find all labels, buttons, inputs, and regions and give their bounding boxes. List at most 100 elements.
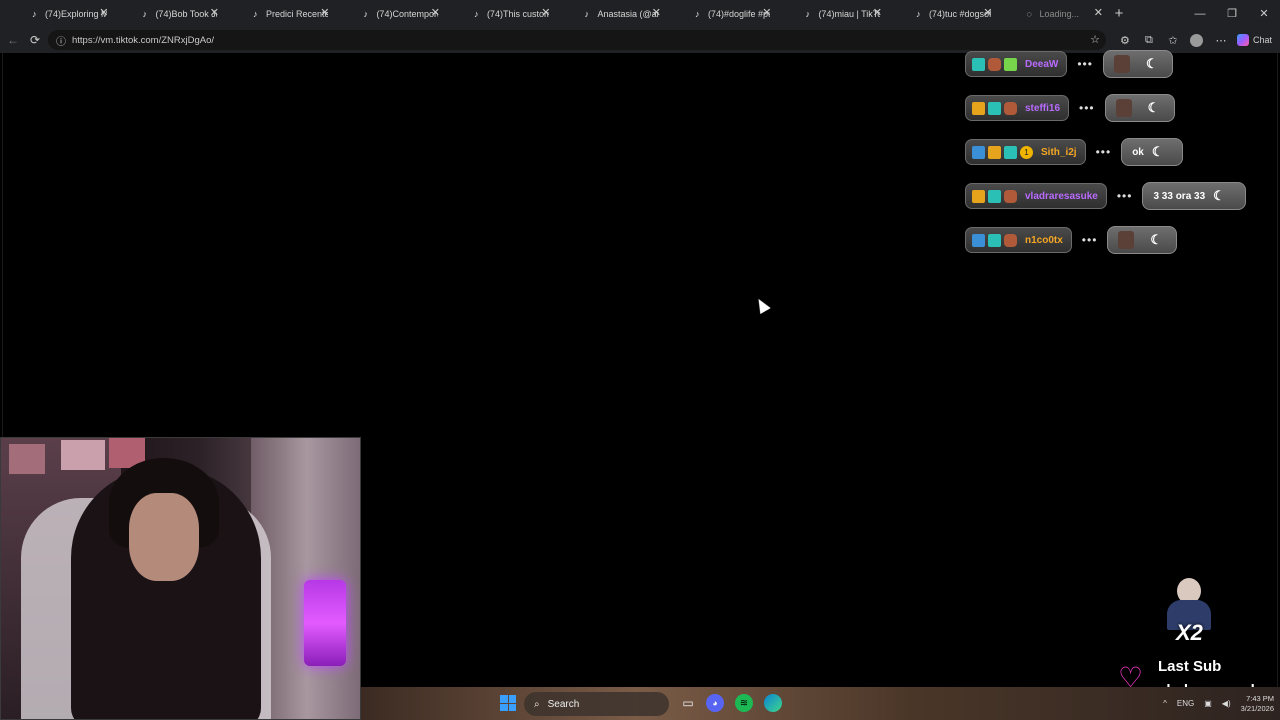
close-tab-icon[interactable]: ✕: [431, 6, 440, 19]
close-tab-icon[interactable]: ✕: [652, 6, 661, 19]
close-tab-icon[interactable]: ✕: [762, 6, 771, 19]
blue-badge-icon: [972, 145, 985, 159]
webcam-microphone-light: [304, 580, 346, 666]
search-icon: ⌕: [534, 698, 540, 710]
face-badge-icon: [1004, 189, 1017, 203]
browser-tab[interactable]: ♪ (74)miau | TikTok ✕: [774, 0, 885, 27]
close-tab-icon[interactable]: ✕: [1094, 6, 1103, 19]
chat-message: 1 Sith_i2j ••• ok ☾: [965, 138, 1184, 166]
window-controls: — ❐ ✕: [1184, 0, 1280, 27]
language-indicator[interactable]: ENG: [1177, 699, 1194, 708]
tab-list: ♪(74)Exploring Minec✕♪(74)Bob Took Jack'…: [0, 0, 1105, 27]
browser-tab[interactable]: ♪ Anastasia (@anasta✕: [553, 0, 664, 27]
close-tab-icon[interactable]: ✕: [873, 6, 882, 19]
favorite-star-icon[interactable]: ☆: [1090, 33, 1100, 46]
ellipsis-icon: •••: [1095, 145, 1112, 159]
webcam-poster: [61, 440, 105, 470]
new-tab-button[interactable]: +: [1105, 0, 1133, 27]
gold-badge-icon: [972, 101, 985, 115]
volume-icon[interactable]: ◀): [1222, 699, 1231, 708]
address-bar[interactable]: ⓘ https://vm.tiktok.com/ZNRxjDgAo/ ☆: [48, 30, 1106, 50]
chat-message: n1co0tx ••• ☾: [965, 226, 1178, 254]
edge-icon[interactable]: [764, 694, 782, 712]
browser-tab[interactable]: ◌ Loading... ✕: [995, 0, 1106, 27]
tiktok-icon: ♪: [916, 9, 921, 19]
tiktok-icon: ♪: [584, 9, 590, 19]
file-explorer-icon[interactable]: ▭: [679, 694, 697, 712]
network-icon[interactable]: ▣: [1204, 699, 1212, 708]
browser-tab[interactable]: ♪ (74)Contemporary b✕: [332, 0, 443, 27]
chat-message-bubble: 3 33 ora 33 ☾: [1142, 182, 1247, 210]
chat-message: vladraresasuke ••• 3 33 ora 33 ☾: [965, 182, 1247, 210]
chat-user-pill: n1co0tx: [965, 227, 1072, 253]
gold-badge-icon: [988, 145, 1001, 159]
browser-tab[interactable]: ♪ (74)tuc #dogsof ✕: [884, 0, 995, 27]
last-sub-title: Last Sub: [1158, 658, 1222, 675]
menu-icon[interactable]: ⋯: [1209, 27, 1233, 53]
chat-username: vladraresasuke: [1025, 190, 1098, 202]
chat-message-text: ok: [1132, 146, 1144, 158]
chat-user-pill: 1 Sith_i2j: [965, 139, 1086, 165]
webcam-poster: [9, 444, 45, 474]
tab-title: Loading...: [1039, 8, 1079, 19]
face-badge-icon: [1004, 101, 1017, 115]
taskbar-search[interactable]: ⌕ Search: [524, 692, 669, 716]
browser-tab[interactable]: ♪ Predici Recente (@p✕: [221, 0, 332, 27]
teal-badge-icon: [988, 233, 1001, 247]
copilot-chat-button[interactable]: Chat: [1233, 27, 1280, 53]
clock[interactable]: 7:43 PM 3/21/2026: [1241, 694, 1274, 714]
chat-message-bubble: ok ☾: [1121, 138, 1184, 166]
ellipsis-icon: •••: [1116, 189, 1133, 203]
browser-tab[interactable]: ♪ (74)Bob Took Jack's✕: [111, 0, 222, 27]
tab-title: (74)Bob Took Jack's: [155, 8, 217, 19]
moon-icon: ☾: [1145, 56, 1158, 71]
close-tab-icon[interactable]: ✕: [541, 6, 550, 19]
moon-icon: ☾: [1213, 188, 1225, 203]
restore-button[interactable]: ❐: [1216, 0, 1248, 27]
tiktok-icon: ♪: [32, 9, 37, 19]
browser-tab[interactable]: ♪ (74)This customer p✕: [442, 0, 553, 27]
close-tab-icon[interactable]: ✕: [99, 6, 108, 19]
tiktok-icon: ♪: [695, 9, 700, 19]
teal-badge-icon: [988, 189, 1001, 203]
moon-icon: ☾: [1150, 232, 1163, 247]
chat-username: DeeaW: [1025, 58, 1059, 70]
site-info-icon[interactable]: ⓘ: [56, 33, 66, 48]
tab-title: (74)This customer p: [486, 8, 549, 19]
tiktok-icon: ♪: [253, 9, 258, 19]
close-tab-icon[interactable]: ✕: [983, 6, 992, 19]
emote-icon: [1115, 99, 1132, 117]
chat-username: steffi16: [1025, 102, 1061, 114]
back-button[interactable]: ←: [2, 29, 24, 51]
ellipsis-icon: •••: [1081, 233, 1098, 247]
coin-badge-icon: 1: [1020, 145, 1033, 159]
tab-title: Predici Recente (@p: [265, 8, 328, 19]
chat-username: n1co0tx: [1025, 234, 1063, 246]
windows-taskbar: ⌕ Search ▭ ◕ ≋ ^ ENG ▣ ◀) 7:43 PM 3/21/2…: [361, 687, 1280, 720]
teal-badge-icon: [972, 57, 985, 71]
tray-chevron-icon[interactable]: ^: [1163, 699, 1167, 708]
gold-badge-icon: [972, 189, 985, 203]
tab-title: (74)Contemporary b: [376, 8, 438, 19]
tab-strip: ♪(74)Exploring Minec✕♪(74)Bob Took Jack'…: [0, 0, 1280, 27]
chat-user-pill: vladraresasuke: [965, 183, 1107, 209]
windows-start-icon[interactable]: [500, 695, 516, 711]
chat-message-bubble: ☾: [1104, 94, 1175, 122]
tiktok-icon: ♪: [142, 9, 148, 19]
browser-tab[interactable]: ♪ (74)#doglife #puppy✕: [663, 0, 774, 27]
webcam-face: [129, 493, 199, 581]
chat-username: Sith_i2j: [1041, 146, 1077, 158]
spotify-icon[interactable]: ≋: [735, 694, 753, 712]
discord-icon[interactable]: ◕: [706, 694, 724, 712]
reload-button[interactable]: ⟳: [24, 29, 46, 51]
teal-badge-icon: [1004, 145, 1017, 159]
profile-avatar[interactable]: [1185, 27, 1209, 53]
browser-tab[interactable]: ♪ (74)Exploring Minec✕: [0, 0, 111, 27]
minimize-button[interactable]: —: [1184, 0, 1216, 27]
close-tab-icon[interactable]: ✕: [320, 6, 329, 19]
tab-title: (74)tuc #dogsof: [928, 8, 991, 19]
close-tab-icon[interactable]: ✕: [210, 6, 219, 19]
close-window-button[interactable]: ✕: [1248, 0, 1280, 27]
chat-message: steffi16 ••• ☾: [965, 94, 1175, 122]
chat-message: DeeaW ••• ☾: [965, 50, 1173, 78]
